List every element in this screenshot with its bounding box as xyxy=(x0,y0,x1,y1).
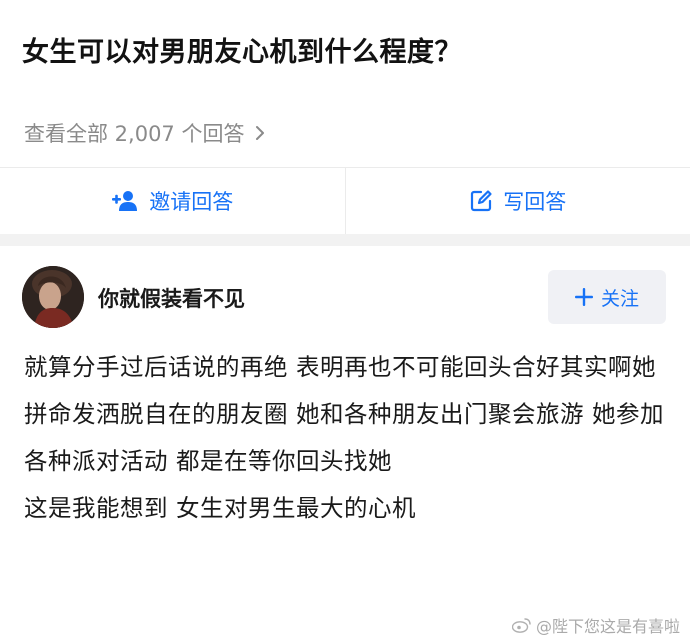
write-answer-button[interactable]: 写回答 xyxy=(346,168,690,234)
answer-paragraph: 这是我能想到 女生对男生最大的心机 xyxy=(24,494,416,522)
section-separator xyxy=(0,234,690,246)
avatar-image xyxy=(22,266,84,328)
watermark: @陛下您这是有喜啦 xyxy=(511,613,680,637)
write-answer-label: 写回答 xyxy=(503,190,567,214)
follow-label: 关注 xyxy=(600,287,639,310)
edit-icon xyxy=(471,190,492,212)
avatar[interactable] xyxy=(22,266,84,328)
view-all-answers-label: 查看全部 2,007 个回答 xyxy=(24,122,245,146)
question-title[interactable]: 女生可以对男朋友心机到什么程度？ xyxy=(22,30,462,69)
add-user-icon xyxy=(112,191,138,211)
invite-answer-label: 邀请回答 xyxy=(149,190,234,214)
watermark-text: @陛下您这是有喜啦 xyxy=(535,617,680,636)
answer-content: 就算分手过后话说的再绝 表明再也不可能回头合好其实啊她拼命发洒脱自在的朋友圈 她… xyxy=(24,344,672,532)
weibo-icon xyxy=(511,618,531,633)
view-all-answers-link[interactable]: 查看全部 2,007 个回答 xyxy=(24,118,270,148)
answer-paragraph: 就算分手过后话说的再绝 表明再也不可能回头合好其实啊她拼命发洒脱自在的朋友圈 她… xyxy=(24,353,664,475)
action-bar: 邀请回答 写回答 xyxy=(0,168,690,234)
follow-button[interactable]: 关注 xyxy=(548,270,666,324)
plus-icon xyxy=(574,288,593,306)
author-name[interactable]: 你就假装看不见 xyxy=(98,283,245,313)
chevron-right-icon xyxy=(256,126,265,140)
invite-answer-button[interactable]: 邀请回答 xyxy=(0,168,345,234)
